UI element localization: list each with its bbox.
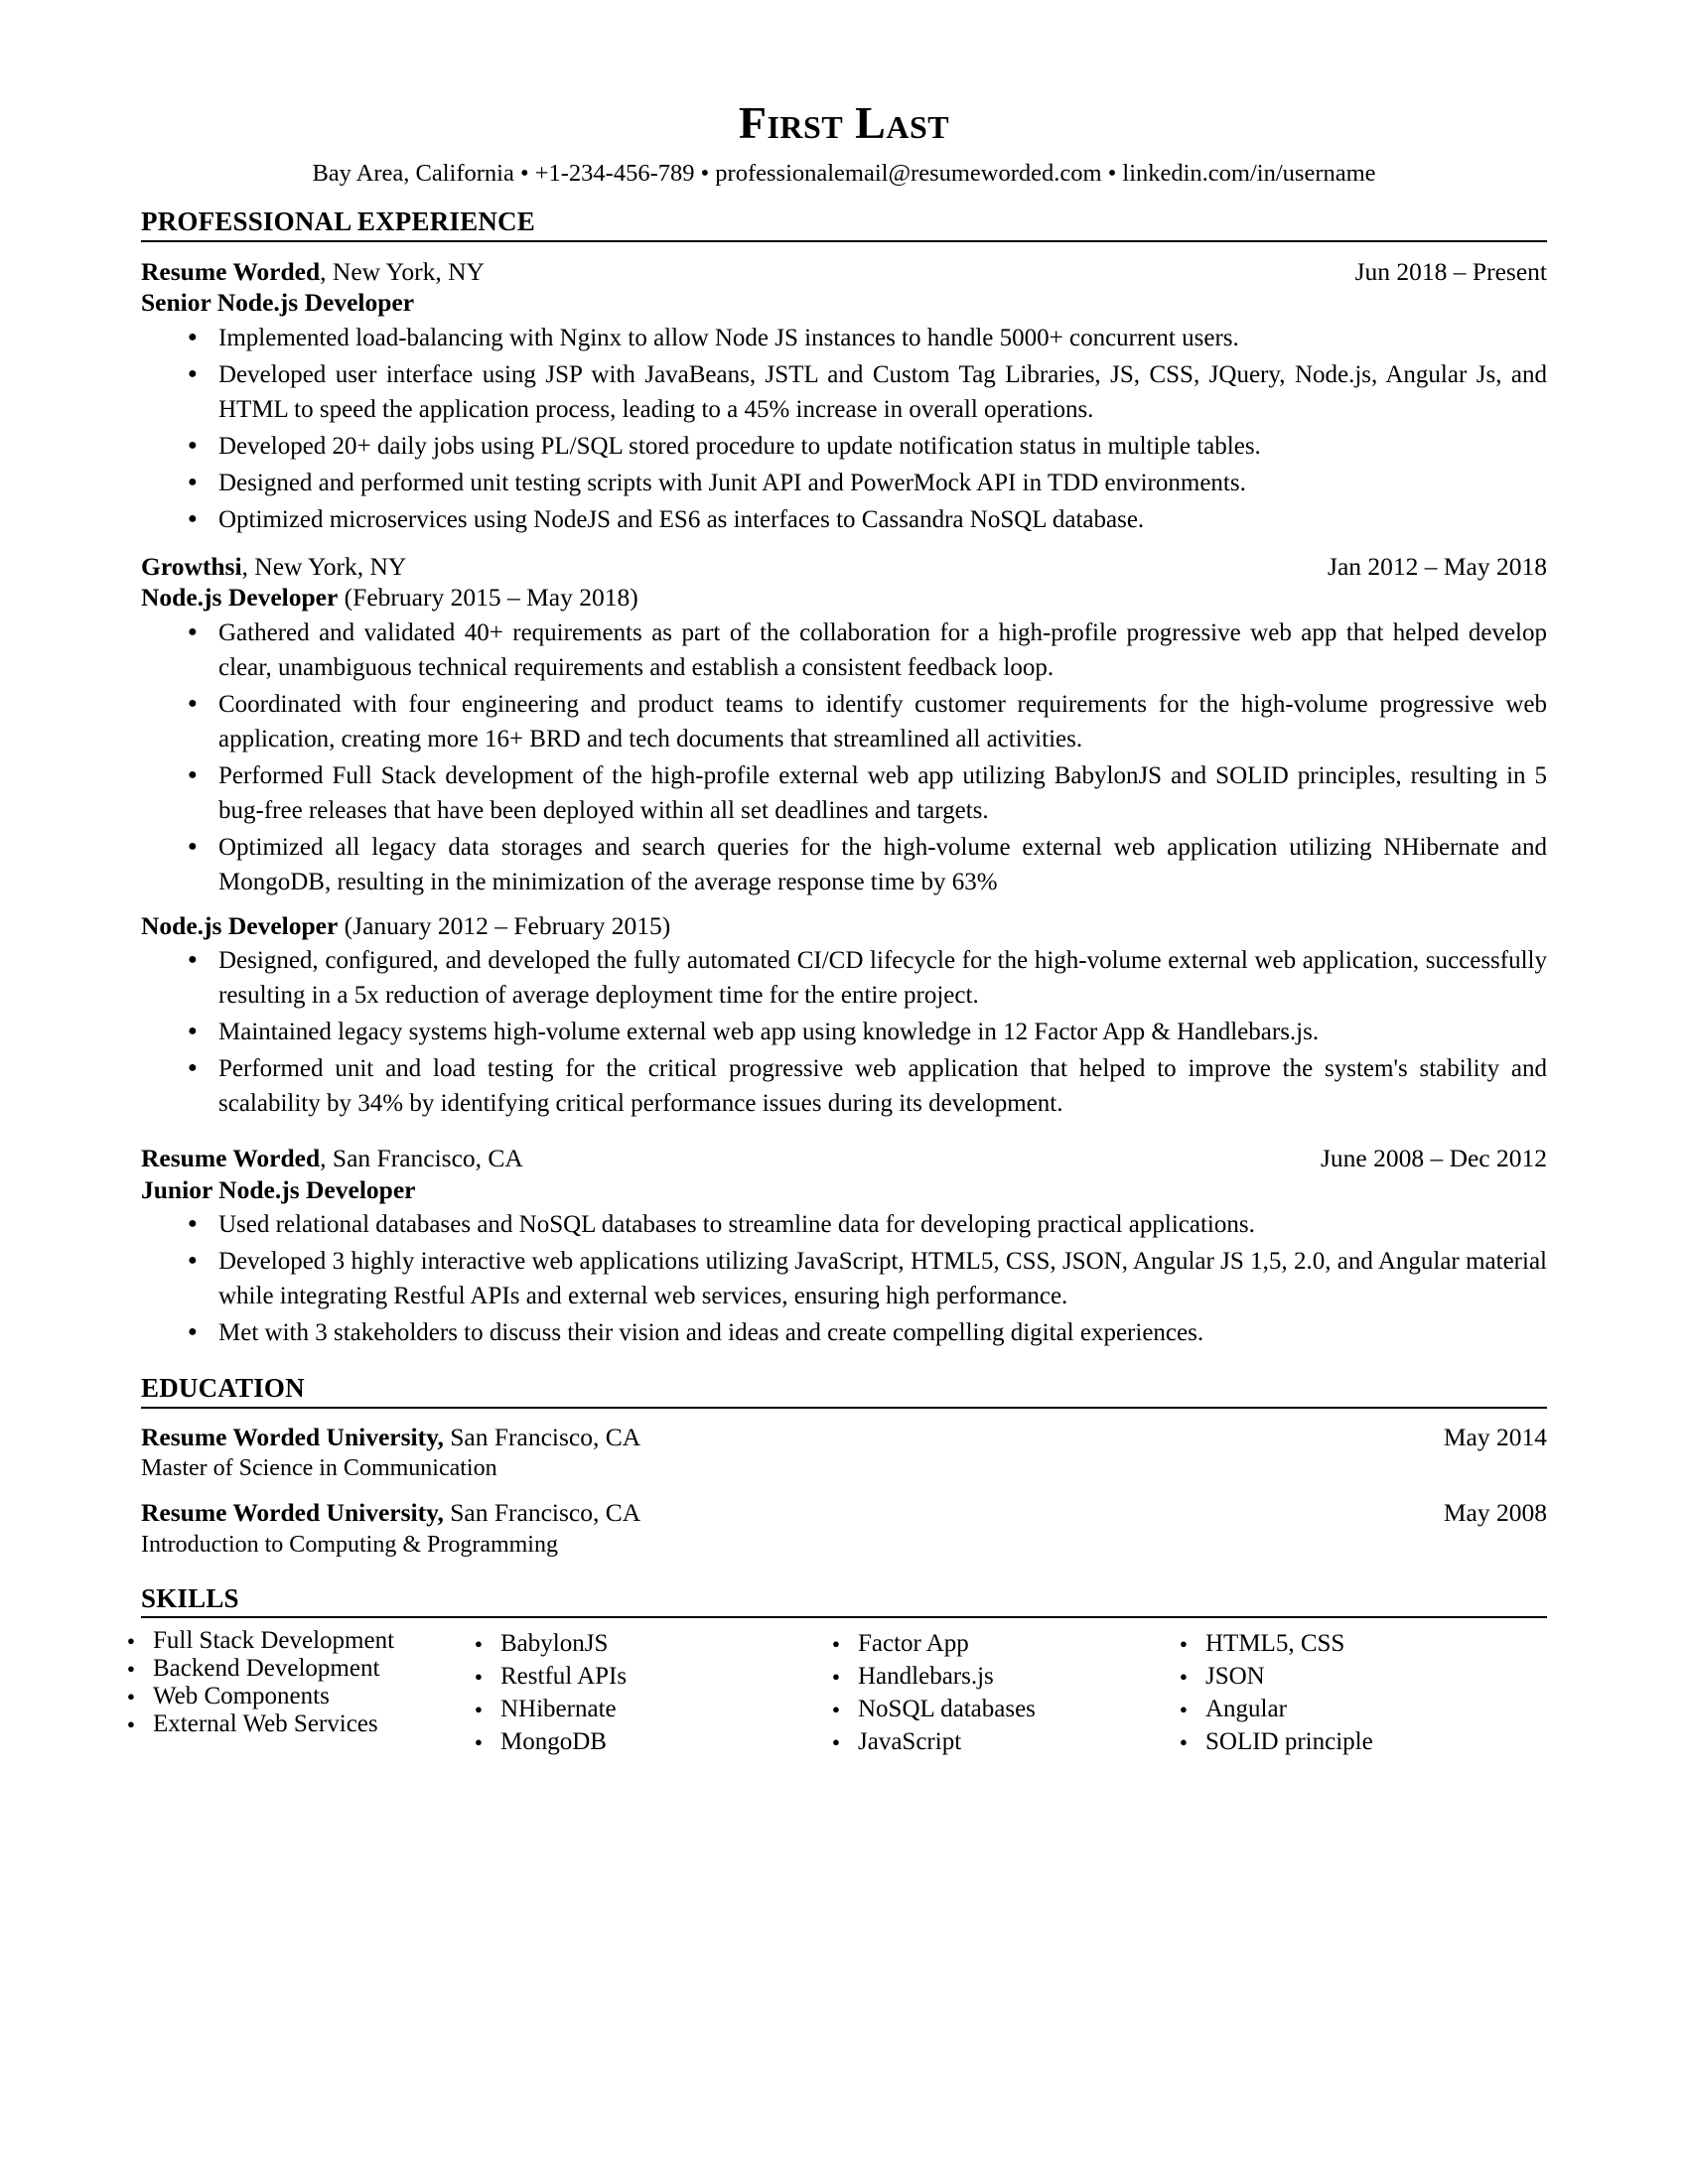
resume-header: First Last Bay Area, California • +1-234… (141, 97, 1547, 190)
list-item: Factor App (810, 1627, 1158, 1661)
experience-role-line: Junior Node.js Developer (141, 1174, 1547, 1206)
education-date: May 2008 (1443, 1498, 1547, 1528)
experience-entry: Resume Worded, New York, NY Jun 2018 – P… (141, 256, 1547, 537)
list-item: Angular (1158, 1693, 1495, 1726)
experience-subrole-dates: (January 2012 – February 2015) (338, 910, 671, 940)
skills-list: Full Stack Development Backend Developme… (105, 1627, 453, 1739)
education-location: San Francisco, CA (443, 1498, 641, 1528)
education-degree: Introduction to Computing & Programming (141, 1531, 558, 1558)
skills-list: HTML5, CSS JSON Angular SOLID principle (1158, 1627, 1495, 1759)
experience-role: Node.js Developer (141, 582, 339, 612)
skills-grid: Full Stack Development Backend Developme… (105, 1627, 1547, 1759)
experience-entry-header: Resume Worded, New York, NY Jun 2018 – P… (141, 256, 1547, 287)
list-item: Optimized all legacy data storages and s… (141, 829, 1547, 899)
resume-page: First Last Bay Area, California • +1-234… (0, 0, 1688, 2184)
section-title-experience: PROFESSIONAL EXPERIENCE (141, 205, 535, 236)
experience-entry-header: Resume Worded, San Francisco, CA June 20… (141, 1143, 1547, 1173)
experience-role-dates: (February 2015 – May 2018) (338, 582, 638, 612)
education-entry: Resume Worded University, San Francisco,… (141, 1422, 1547, 1484)
education-entry: Resume Worded University, San Francisco,… (141, 1497, 1547, 1560)
list-item: Met with 3 stakeholders to discuss their… (141, 1314, 1547, 1350)
list-item: BabylonJS (453, 1627, 810, 1661)
candidate-name: First Last (738, 97, 950, 148)
experience-dates: Jun 2018 – Present (1354, 256, 1547, 286)
experience-subrole-bullet-list: Designed, configured, and developed the … (141, 942, 1547, 1121)
section-divider-education (141, 1407, 1547, 1410)
experience-company: Resume Worded (141, 256, 321, 286)
list-item: Used relational databases and NoSQL data… (141, 1206, 1547, 1242)
list-item: NHibernate (453, 1693, 810, 1726)
list-item: Developed 20+ daily jobs using PL/SQL st… (141, 428, 1547, 464)
section-professional-experience: PROFESSIONAL EXPERIENCE Resume Worded, N… (141, 205, 1547, 1351)
list-item: SOLID principle (1158, 1725, 1495, 1759)
experience-entry: Resume Worded, San Francisco, CA June 20… (141, 1143, 1547, 1350)
experience-company-line: Resume Worded, San Francisco, CA (141, 1143, 523, 1173)
education-school: Resume Worded University, (141, 1423, 444, 1452)
experience-company-line: Resume Worded, New York, NY (141, 256, 485, 287)
list-item: Web Components (105, 1683, 453, 1711)
section-title-education: EDUCATION (141, 1373, 305, 1404)
education-entry-header: Resume Worded University, San Francisco,… (141, 1497, 1547, 1528)
education-date: May 2014 (1443, 1423, 1547, 1452)
experience-entry: Growthsi, New York, NY Jan 2012 – May 20… (141, 551, 1547, 1122)
list-item: Optimized microservices using NodeJS and… (141, 501, 1547, 537)
experience-bullet-list: Gathered and validated 40+ requirements … (141, 614, 1547, 899)
list-item: Performed Full Stack development of the … (141, 757, 1547, 828)
skills-column: Full Stack Development Backend Developme… (105, 1627, 453, 1758)
education-school-line: Resume Worded University, San Francisco,… (141, 1497, 640, 1528)
experience-bullet-list: Used relational databases and NoSQL data… (141, 1206, 1547, 1350)
list-item: Backend Development (105, 1655, 453, 1684)
skills-list: Factor App Handlebars.js NoSQL databases… (810, 1627, 1158, 1759)
list-item: JavaScript (810, 1725, 1158, 1759)
list-item: HTML5, CSS (1158, 1627, 1495, 1661)
experience-location: , New York, NY (241, 551, 407, 581)
experience-dates: June 2008 – Dec 2012 (1320, 1144, 1547, 1173)
skills-column: Factor App Handlebars.js NoSQL databases… (810, 1627, 1158, 1759)
list-item: Performed unit and load testing for the … (141, 1050, 1547, 1121)
list-item: NoSQL databases (810, 1693, 1158, 1726)
list-item: External Web Services (105, 1710, 453, 1739)
section-skills: SKILLS Full Stack Development Backend De… (127, 1582, 1547, 1759)
experience-subrole-line: Node.js Developer (January 2012 – Februa… (141, 910, 1547, 942)
list-item: Restful APIs (453, 1660, 810, 1694)
list-item: Developed 3 highly interactive web appli… (141, 1243, 1547, 1313)
skills-list: BabylonJS Restful APIs NHibernate MongoD… (453, 1627, 810, 1759)
list-item: JSON (1158, 1660, 1495, 1694)
education-degree: Master of Science in Communication (141, 1455, 497, 1482)
experience-location: , New York, NY (320, 256, 485, 286)
experience-role: Junior Node.js Developer (141, 1174, 416, 1204)
list-item: Maintained legacy systems high-volume ex… (141, 1014, 1547, 1049)
list-item: Designed and performed unit testing scri… (141, 465, 1547, 500)
section-education: EDUCATION Resume Worded University, San … (141, 1374, 1547, 1560)
list-item: Designed, configured, and developed the … (141, 942, 1547, 1013)
list-item: Gathered and validated 40+ requirements … (141, 614, 1547, 685)
education-school: Resume Worded University, (141, 1498, 444, 1528)
skills-column: HTML5, CSS JSON Angular SOLID principle (1158, 1627, 1495, 1759)
experience-role: Senior Node.js Developer (141, 287, 415, 317)
experience-role-line: Senior Node.js Developer (141, 287, 1547, 319)
experience-company: Growthsi (141, 551, 242, 581)
section-divider-skills (141, 1616, 1547, 1619)
experience-subrole: Node.js Developer (141, 910, 339, 940)
experience-dates: Jan 2012 – May 2018 (1328, 551, 1547, 581)
list-item: Full Stack Development (105, 1627, 453, 1656)
list-item: Developed user interface using JSP with … (141, 356, 1547, 427)
section-title-skills: SKILLS (141, 1582, 239, 1613)
list-item: Implemented load-balancing with Nginx to… (141, 320, 1547, 355)
contact-line: Bay Area, California • +1-234-456-789 • … (312, 160, 1376, 188)
education-entry-header: Resume Worded University, San Francisco,… (141, 1422, 1547, 1452)
list-item: Coordinated with four engineering and pr… (141, 686, 1547, 756)
section-divider-experience (141, 239, 1547, 242)
experience-location: , San Francisco, CA (320, 1144, 523, 1173)
experience-company: Resume Worded (141, 1144, 321, 1173)
list-item: Handlebars.js (810, 1660, 1158, 1694)
experience-role-line: Node.js Developer (February 2015 – May 2… (141, 582, 1547, 614)
experience-bullet-list: Implemented load-balancing with Nginx to… (141, 320, 1547, 537)
list-item: MongoDB (453, 1725, 810, 1759)
experience-company-line: Growthsi, New York, NY (141, 551, 406, 582)
skills-column: BabylonJS Restful APIs NHibernate MongoD… (453, 1627, 810, 1759)
education-school-line: Resume Worded University, San Francisco,… (141, 1422, 640, 1452)
education-location: San Francisco, CA (443, 1423, 641, 1452)
experience-entry-header: Growthsi, New York, NY Jan 2012 – May 20… (141, 551, 1547, 582)
